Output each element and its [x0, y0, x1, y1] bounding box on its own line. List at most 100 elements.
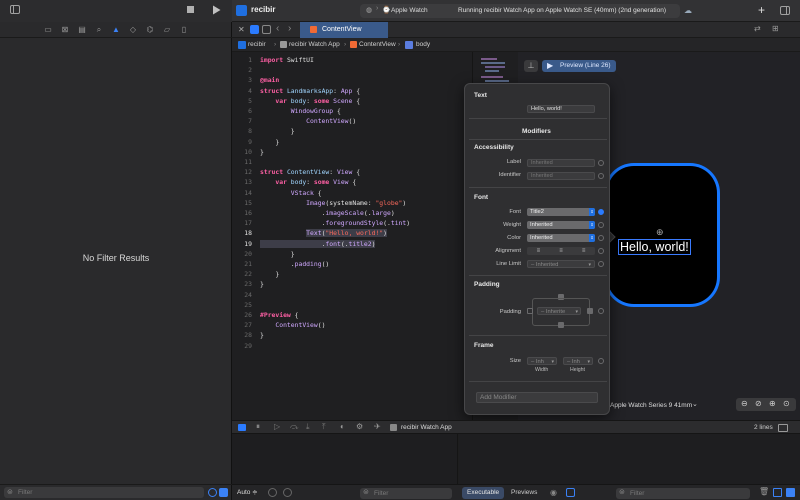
code-line[interactable]: @main — [260, 76, 279, 84]
code-line[interactable]: .padding() — [260, 260, 330, 268]
tab-contentview[interactable]: ContentView — [300, 22, 388, 38]
weight-select[interactable]: Inherited ⇕ — [527, 221, 595, 229]
line-number[interactable]: 6 — [232, 107, 252, 115]
split-view-icon[interactable] — [778, 424, 788, 432]
code-line[interactable]: Image(systemName: "globe") — [260, 199, 406, 207]
console-filter-input[interactable]: Filter — [616, 488, 750, 499]
line-number[interactable]: 9 — [232, 138, 252, 146]
alignment-segmented-control[interactable]: ≡ ≡ ≡ — [527, 247, 595, 255]
line-limit-select[interactable]: – Inherited ▾ — [527, 260, 595, 268]
line-number[interactable]: 7 — [232, 117, 252, 125]
code-line[interactable]: struct LandmarksApp: App { — [260, 87, 360, 95]
variables-scope-select[interactable]: Auto ≑ — [237, 488, 258, 496]
line-number[interactable]: 14 — [232, 189, 252, 197]
align-center-icon[interactable]: ≡ — [559, 248, 563, 254]
zoom-actual-icon[interactable]: ⊙ — [783, 399, 790, 408]
identifier-toggle-circle[interactable] — [598, 173, 604, 179]
padding-toggle-circle[interactable] — [598, 308, 604, 314]
line-number[interactable]: 3 — [232, 76, 252, 84]
forward-icon[interactable]: › — [288, 23, 291, 34]
step-out-icon[interactable]: ⤒ — [322, 422, 326, 432]
source-control-icon[interactable]: ⊠ — [61, 25, 70, 34]
line-number[interactable]: 15 — [232, 199, 252, 207]
line-number[interactable]: 23 — [232, 280, 252, 288]
color-select[interactable]: Inherited ⇕ — [527, 234, 595, 242]
font-toggle-circle[interactable] — [598, 209, 604, 215]
padding-trailing-toggle[interactable] — [587, 308, 593, 314]
line-number[interactable]: 19 — [232, 240, 252, 248]
trash-icon[interactable]: 🗑 — [759, 487, 769, 496]
line-number[interactable]: 20 — [232, 250, 252, 258]
run-icon[interactable] — [212, 5, 221, 15]
line-number[interactable]: 13 — [232, 178, 252, 186]
line-number[interactable]: 10 — [232, 148, 252, 156]
recent-filter-icon[interactable] — [208, 488, 217, 497]
cloud-icon[interactable]: ☁ — [684, 6, 692, 15]
code-line[interactable]: import SwiftUI — [260, 56, 314, 64]
code-line[interactable]: } — [260, 148, 264, 156]
line-number[interactable]: 1 — [232, 56, 252, 64]
size-toggle-circle[interactable] — [598, 358, 604, 364]
font-select[interactable]: Title2 ⇕ — [527, 208, 595, 216]
align-trailing-icon[interactable]: ≡ — [582, 248, 586, 254]
code-line[interactable]: WindowGroup { — [260, 107, 341, 115]
breadcrumb-item[interactable]: recibir — [248, 38, 266, 52]
add-modifier-field[interactable]: Add Modifier — [476, 392, 598, 403]
code-line[interactable]: .font(.title2) — [260, 239, 376, 248]
code-line[interactable]: VStack { — [260, 189, 322, 197]
code-line[interactable]: .imageScale(.large) — [260, 209, 395, 217]
memory-graph-icon[interactable]: ⚙ — [356, 422, 363, 431]
line-number[interactable]: 11 — [232, 158, 252, 166]
test-icon[interactable]: ◇ — [129, 25, 138, 34]
weight-toggle-circle[interactable] — [598, 222, 604, 228]
issue-icon[interactable]: ▲ — [112, 25, 121, 34]
symbol-icon[interactable]: ▤ — [78, 25, 87, 34]
view-hierarchy-icon[interactable]: ◐ — [340, 422, 345, 431]
code-line[interactable]: } — [260, 138, 279, 146]
code-line[interactable]: ContentView() — [260, 117, 356, 125]
line-number[interactable]: 16 — [232, 209, 252, 217]
code-line[interactable]: ContentView() — [260, 321, 325, 329]
code-line[interactable]: } — [260, 331, 264, 339]
line-number[interactable]: 5 — [232, 97, 252, 105]
related-items-icon[interactable] — [262, 25, 271, 34]
code-line[interactable]: var body: some View { — [260, 178, 356, 186]
variables-filter-input[interactable]: Filter — [360, 488, 452, 499]
code-line[interactable]: #Preview { — [260, 311, 298, 319]
breadcrumb-item[interactable]: ContentView — [359, 38, 396, 52]
code-line[interactable]: struct ContentView: View { — [260, 168, 360, 176]
navigator-filter-input[interactable]: Filter — [4, 487, 204, 498]
pin-icon[interactable]: ⊥ — [524, 60, 538, 72]
line-number[interactable]: 25 — [232, 301, 252, 309]
accessibility-identifier-field[interactable]: Inherited — [527, 172, 595, 180]
continue-icon[interactable]: ▷ — [274, 422, 280, 431]
code-line[interactable]: } — [260, 270, 279, 278]
split-right-icon[interactable] — [786, 488, 795, 497]
breadcrumb-item[interactable]: recibir Watch App — [289, 38, 340, 52]
line-number[interactable]: 2 — [232, 66, 252, 74]
line-number[interactable]: 28 — [232, 331, 252, 339]
close-icon[interactable]: ✕ — [238, 25, 245, 34]
line-number[interactable]: 4 — [232, 87, 252, 95]
eye-icon[interactable]: ◉ — [550, 488, 557, 497]
debug-area-toggle-icon[interactable] — [238, 424, 246, 431]
label-toggle-circle[interactable] — [598, 160, 604, 166]
line-number[interactable]: 8 — [232, 127, 252, 135]
code-line[interactable]: } — [260, 280, 264, 288]
line-number[interactable]: 29 — [232, 342, 252, 350]
add-editor-icon[interactable]: ⊞ — [772, 24, 779, 33]
line-number[interactable]: 26 — [232, 311, 252, 319]
color-toggle-circle[interactable] — [598, 235, 604, 241]
inspector-toggle-icon[interactable] — [780, 6, 790, 15]
debug-icon[interactable]: ⌬ — [146, 25, 155, 34]
code-editor[interactable]: 1 import SwiftUI 2 3 @main 4 struct LandmarksA… — [232, 52, 472, 420]
location-icon[interactable]: ✈ — [374, 422, 381, 431]
breadcrumb-item[interactable]: body — [416, 38, 430, 52]
breakpoint-icon[interactable]: ▱ — [163, 25, 172, 34]
zoom-out-icon[interactable]: ⊖ — [741, 399, 748, 408]
add-button[interactable]: + — [758, 3, 765, 17]
line-limit-toggle-circle[interactable] — [598, 261, 604, 267]
breakpoints-icon[interactable]: ⏸ — [256, 422, 260, 432]
quicklook-icon[interactable] — [283, 488, 292, 497]
step-into-icon[interactable]: ⤓ — [306, 422, 310, 432]
